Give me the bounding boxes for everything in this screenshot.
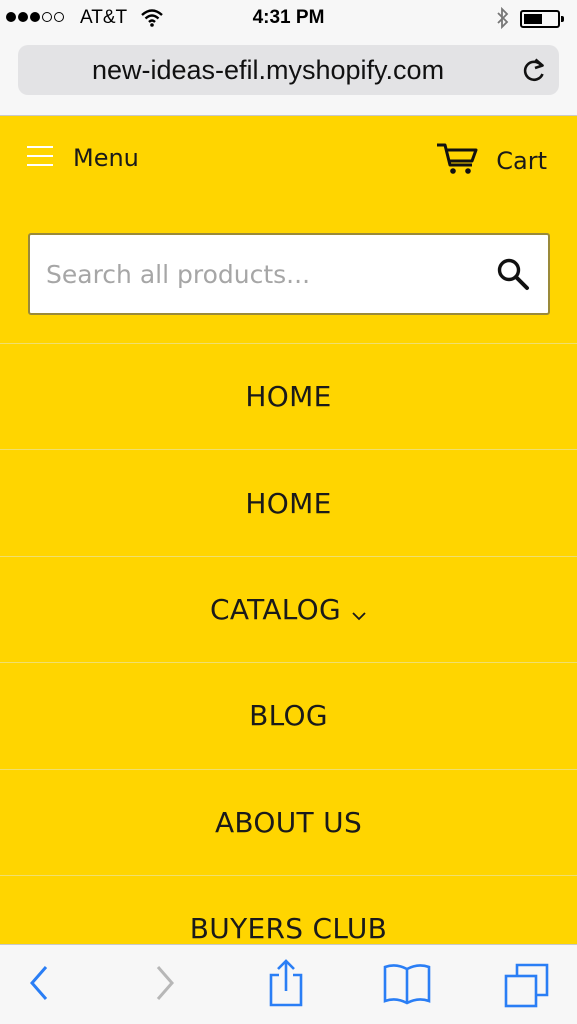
url-text[interactable]: new-ideas-efil.myshopify.com — [18, 55, 518, 86]
search-box — [28, 233, 550, 315]
chevron-down-icon[interactable] — [351, 595, 367, 628]
clock: 4:31 PM — [252, 7, 325, 28]
menu-label: Menu — [73, 144, 139, 172]
search-input[interactable] — [46, 253, 476, 295]
nav-item-home[interactable]: HOME — [0, 343, 577, 449]
nav-item-label: HOME — [245, 380, 332, 414]
tabs-icon[interactable] — [503, 961, 551, 1013]
search-icon[interactable] — [496, 257, 530, 295]
browser-toolbar — [0, 944, 577, 1024]
bookmarks-icon[interactable] — [382, 961, 432, 1011]
status-bar: AT&T 4:31 PM — [0, 0, 577, 38]
nav-item-label: ABOUT US — [214, 805, 363, 839]
browser-address-area: new-ideas-efil.myshopify.com — [0, 38, 577, 116]
cart-button[interactable]: Cart — [436, 142, 547, 180]
nav-item-buyers-club[interactable]: BUYERS CLUB — [0, 874, 577, 944]
hamburger-icon — [27, 144, 53, 172]
store-page: Menu Cart HOME HOME CATAL — [0, 116, 577, 944]
nav-item-label: BLOG — [249, 699, 328, 733]
nav-item-label: CATALOG — [209, 592, 342, 626]
forward-icon[interactable] — [152, 963, 178, 1007]
reload-icon[interactable] — [521, 56, 547, 88]
nav-item-blog[interactable]: BLOG — [0, 662, 577, 768]
nav-item-catalog[interactable]: CATALOG — [0, 555, 577, 662]
cart-label: Cart — [496, 147, 547, 175]
battery-icon — [520, 10, 564, 28]
share-icon[interactable] — [266, 957, 306, 1013]
bluetooth-icon — [496, 6, 510, 34]
address-bar[interactable]: new-ideas-efil.myshopify.com — [18, 45, 559, 95]
menu-button[interactable]: Menu — [27, 144, 139, 172]
main-navigation: HOME HOME CATALOG BLOG ABOUT US BUYERS C… — [0, 343, 577, 944]
nav-item-home-2[interactable]: HOME — [0, 449, 577, 555]
back-icon[interactable] — [26, 963, 52, 1007]
nav-item-label: BUYERS CLUB — [189, 912, 388, 944]
nav-item-about-us[interactable]: ABOUT US — [0, 768, 577, 875]
nav-item-label: HOME — [245, 486, 332, 520]
cart-icon — [436, 142, 478, 180]
